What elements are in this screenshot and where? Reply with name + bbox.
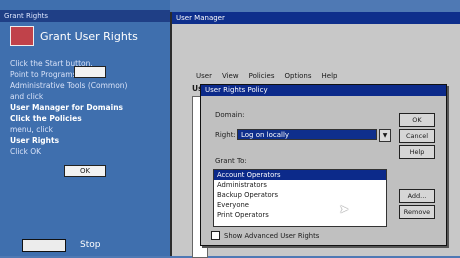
- wizard-step: Click OK: [10, 147, 42, 156]
- wizard-step: User Rights: [10, 136, 60, 145]
- wizard-step: Administrative Tools (Common): [10, 81, 128, 90]
- wizard-pane: Grant Rights Grant User Rights Click the…: [0, 0, 170, 256]
- grant-list-item[interactable]: Administrators: [214, 180, 386, 190]
- wizard-stop-button[interactable]: [22, 239, 66, 252]
- wizard-heading: Grant User Rights: [40, 30, 138, 43]
- wizard-step: User Manager for Domains: [10, 103, 123, 112]
- menubar: User View Policies Options Help: [196, 72, 337, 80]
- advanced-rights-label: Show Advanced User Rights: [224, 231, 320, 240]
- grant-list-item[interactable]: Backup Operators: [214, 190, 386, 200]
- window-title: User Manager: [172, 12, 460, 24]
- advanced-rights-checkbox[interactable]: [211, 231, 220, 240]
- grant-list-item[interactable]: Account Operators: [214, 170, 386, 180]
- advanced-rights-row[interactable]: Show Advanced User Rights: [211, 231, 319, 240]
- menu-item[interactable]: Policies: [249, 72, 275, 80]
- mouse-cursor-icon: ➤: [339, 202, 350, 216]
- menu-item[interactable]: User: [196, 72, 212, 80]
- cancel-button[interactable]: Cancel: [399, 129, 435, 143]
- dialog-title: User Rights Policy: [201, 85, 446, 96]
- wizard-title: Grant Rights: [0, 10, 170, 22]
- right-combo[interactable]: Log on locally: [237, 129, 377, 140]
- start-button-thumbnail: [74, 66, 106, 78]
- menu-item[interactable]: Options: [285, 72, 312, 80]
- menu-item[interactable]: Help: [322, 72, 338, 80]
- chevron-down-icon[interactable]: ▼: [379, 129, 391, 142]
- wizard-stop-label: Stop: [80, 240, 101, 250]
- user-rights-dialog: User Rights Policy Domain: Right: Log on…: [200, 84, 447, 246]
- menu-item[interactable]: View: [222, 72, 239, 80]
- remove-button[interactable]: Remove: [399, 205, 435, 219]
- grant-list-item[interactable]: Everyone: [214, 200, 386, 210]
- wizard-logo-icon: [10, 26, 34, 46]
- wizard-step: and click: [10, 92, 44, 101]
- right-label: Right:: [215, 131, 236, 139]
- grant-to-label: Grant To:: [215, 157, 247, 165]
- domain-label: Domain:: [215, 111, 245, 119]
- wizard-step: menu, click: [10, 125, 53, 134]
- wizard-step: Click the Policies: [10, 114, 82, 123]
- grant-to-list[interactable]: Account Operators Administrators Backup Op…: [213, 169, 387, 227]
- help-button[interactable]: Help: [399, 145, 435, 159]
- ok-button[interactable]: OK: [399, 113, 435, 127]
- grant-list-item[interactable]: Print Operators: [214, 210, 386, 220]
- add-button[interactable]: Add...: [399, 189, 435, 203]
- wizard-ok-button[interactable]: OK: [64, 165, 106, 177]
